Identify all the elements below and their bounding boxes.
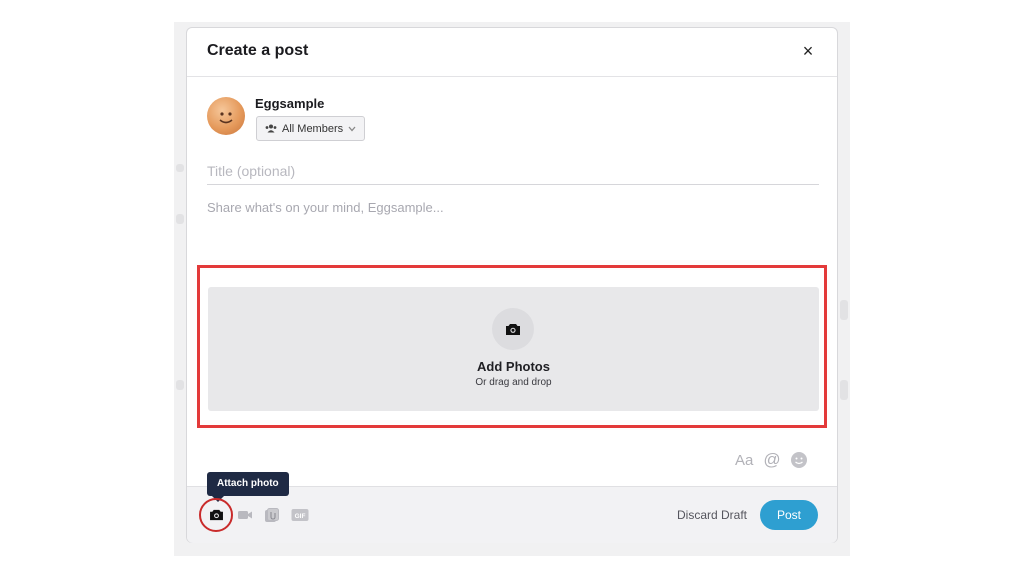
background-text-hint <box>176 214 184 224</box>
camera-icon <box>506 323 520 335</box>
emoji-button[interactable] <box>790 452 807 468</box>
avatar <box>207 97 245 135</box>
dropzone-camera-icon <box>492 308 534 350</box>
close-button[interactable]: × <box>797 40 819 62</box>
emoji-icon <box>794 457 803 465</box>
file-attachment-icon <box>265 508 279 522</box>
video-camera-icon <box>238 511 252 519</box>
post-body-input[interactable] <box>207 200 819 260</box>
attach-gif-button[interactable]: GIF <box>291 508 309 527</box>
attach-photo-button[interactable] <box>199 498 233 532</box>
dialog-header: Create a post × <box>187 28 837 77</box>
background-text-hint <box>840 300 848 320</box>
dropzone-subtitle: Or drag and drop <box>475 377 552 388</box>
camera-icon <box>209 509 223 521</box>
post-button[interactable]: Post <box>760 500 818 530</box>
author-name: Eggsample <box>255 96 325 111</box>
background-text-hint <box>176 380 184 390</box>
attach-file-button[interactable] <box>264 508 279 528</box>
audience-label: All Members <box>282 122 344 135</box>
mention-button[interactable]: @ <box>763 450 780 470</box>
background-text-hint <box>840 380 848 400</box>
gif-label: GIF <box>295 513 306 520</box>
gif-icon: GIF <box>291 509 309 521</box>
create-post-dialog: Create a post × Eggsample All Members Ti… <box>186 27 838 543</box>
audience-select[interactable]: All Members <box>256 116 366 141</box>
dialog-title: Create a post <box>207 42 309 59</box>
add-photos-dropzone[interactable]: Add Photos Or drag and drop <box>208 287 819 411</box>
text-format-button[interactable]: Aa <box>735 452 753 469</box>
attach-photo-tooltip: Attach photo <box>207 472 289 496</box>
dropzone-title: Add Photos <box>477 359 550 374</box>
post-title-input[interactable] <box>207 157 819 185</box>
avatar-face-icon <box>219 112 233 124</box>
members-icon <box>265 124 277 133</box>
chevron-down-icon <box>348 126 356 131</box>
discard-draft-button[interactable]: Discard Draft <box>677 508 747 522</box>
attach-video-button[interactable] <box>237 508 253 526</box>
format-toolbar: Aa @ <box>735 450 807 470</box>
background-text-hint <box>176 164 184 172</box>
